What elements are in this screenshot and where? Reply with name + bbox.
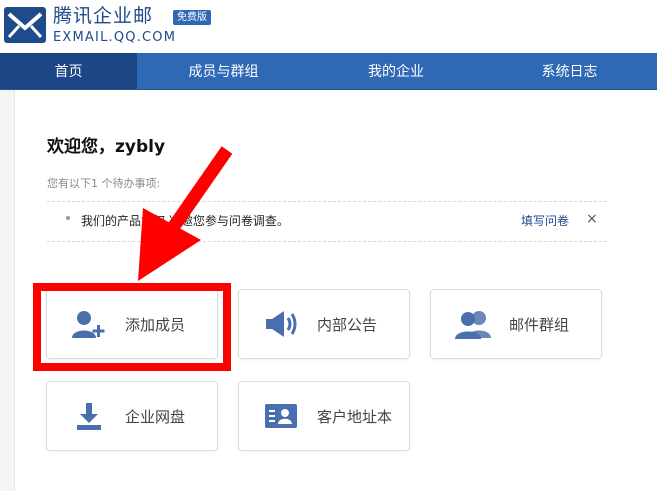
brand-name: 腾讯企业邮 <box>53 5 154 27</box>
tile-label: 企业网盘 <box>125 407 186 426</box>
main-nav: 首页 成员与群组 我的企业 系统日志 <box>0 53 657 90</box>
tile-label: 客户地址本 <box>317 407 393 426</box>
tab-system-log[interactable]: 系统日志 <box>482 53 657 89</box>
announcement-button[interactable]: 内部公告 <box>238 289 410 359</box>
mail-group-button[interactable]: 邮件群组 <box>430 289 602 359</box>
group-icon <box>453 308 493 340</box>
header: 腾讯企业邮 免费版 EXMAIL.QQ.COM <box>0 0 657 53</box>
highlight-box <box>33 283 231 371</box>
todo-count-label: 您有以下1 个待办事项: <box>47 177 161 190</box>
tile-label: 内部公告 <box>317 315 378 334</box>
close-icon[interactable]: × <box>586 211 598 227</box>
survey-link[interactable]: 填写问卷 <box>521 213 569 229</box>
bullet-icon <box>66 216 70 220</box>
speaker-icon <box>261 308 301 340</box>
todo-item-text: 我们的产品如何 减邀您参与问卷调查。 <box>81 214 289 228</box>
brand-domain: EXMAIL.QQ.COM <box>53 30 177 45</box>
download-icon <box>69 400 109 432</box>
exmail-logo-icon <box>4 7 46 43</box>
contact-card-icon <box>261 400 301 432</box>
edition-badge: 免费版 <box>173 10 211 25</box>
tile-label: 邮件群组 <box>509 315 570 334</box>
tab-home[interactable]: 首页 <box>0 53 137 89</box>
tab-members-groups[interactable]: 成员与群组 <box>137 53 310 89</box>
divider <box>47 241 607 242</box>
client-address-book-button[interactable]: 客户地址本 <box>238 381 410 451</box>
welcome-heading: 欢迎您，zybly <box>47 137 166 157</box>
divider <box>47 201 607 202</box>
tab-my-company[interactable]: 我的企业 <box>310 53 482 89</box>
company-drive-button[interactable]: 企业网盘 <box>46 381 218 451</box>
